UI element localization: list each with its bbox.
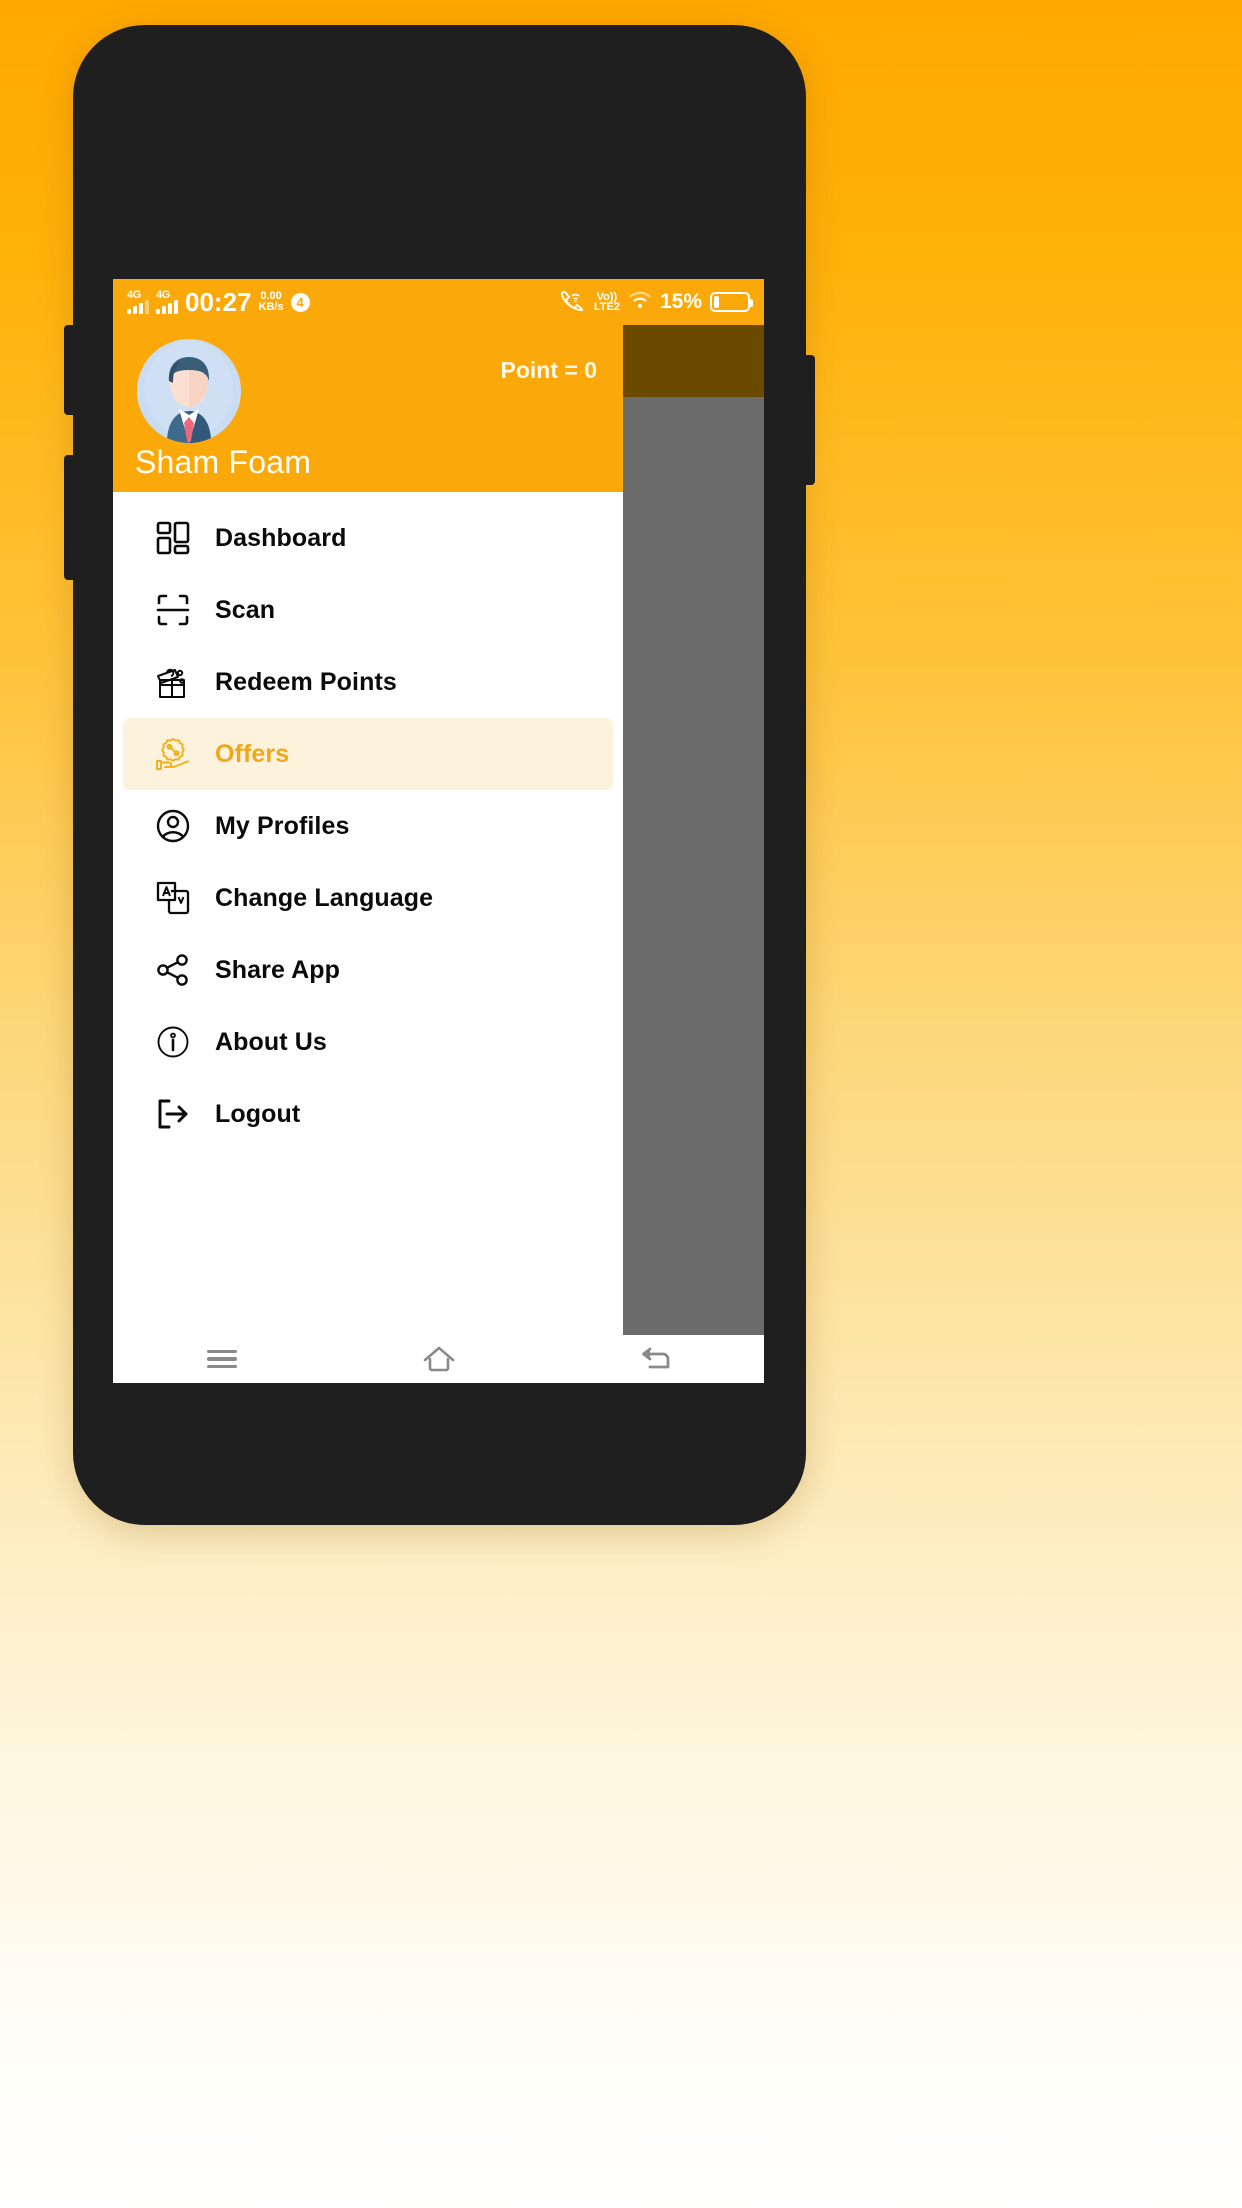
volume-up-button[interactable] bbox=[64, 325, 76, 415]
share-nodes-icon bbox=[147, 952, 199, 988]
volte-indicator: Vo)) LTE2 bbox=[593, 291, 620, 313]
battery-icon bbox=[710, 292, 753, 312]
sidebar-item-scan[interactable]: Scan bbox=[123, 574, 613, 646]
signal-icon: 4G bbox=[127, 288, 149, 314]
sidebar-item-label: Logout bbox=[215, 1099, 301, 1128]
wifi-icon bbox=[628, 291, 652, 314]
avatar[interactable] bbox=[137, 339, 241, 443]
sidebar-item-change-language[interactable]: Change Language bbox=[123, 862, 613, 934]
phone-device-frame: 4G 4G 00:27 0.00 KB/s 4 Vo)) LTE2 15% Po… bbox=[64, 25, 815, 1525]
sidebar-item-about-us[interactable]: About Us bbox=[123, 1006, 613, 1078]
sidebar-item-label: My Profiles bbox=[215, 811, 350, 840]
user-circle-icon bbox=[147, 808, 199, 844]
logout-arrow-icon bbox=[147, 1096, 199, 1132]
sidebar-item-label: Change Language bbox=[215, 883, 434, 912]
user-name-label: Sham Foam bbox=[135, 444, 312, 480]
sidebar-item-offers[interactable]: Offers bbox=[123, 718, 613, 790]
scrim-toolbar-overlay[interactable] bbox=[623, 325, 764, 397]
sidebar-item-label: Dashboard bbox=[215, 523, 347, 552]
sidebar-item-label: About Us bbox=[215, 1027, 327, 1056]
menu-hamburger-icon[interactable] bbox=[182, 1335, 262, 1383]
android-navigation-bar bbox=[113, 1335, 764, 1383]
translate-icon bbox=[147, 880, 199, 916]
dashboard-grid-icon bbox=[147, 520, 199, 556]
sidebar-item-label: Share App bbox=[215, 955, 340, 984]
status-bar: 4G 4G 00:27 0.00 KB/s 4 Vo)) LTE2 15% bbox=[113, 279, 764, 325]
volume-down-button[interactable] bbox=[64, 455, 76, 580]
sidebar-item-label: Redeem Points bbox=[215, 667, 397, 696]
signal-icon: 4G bbox=[156, 288, 178, 314]
scrim-content-overlay[interactable] bbox=[623, 397, 764, 1383]
phone-screen: 4G 4G 00:27 0.00 KB/s 4 Vo)) LTE2 15% Po… bbox=[113, 279, 764, 1383]
info-circle-icon bbox=[147, 1024, 199, 1060]
notification-count-badge: 4 bbox=[290, 292, 310, 312]
sidebar-item-share-app[interactable]: Share App bbox=[123, 934, 613, 1006]
sidebar-item-redeem-points[interactable]: Redeem Points bbox=[123, 646, 613, 718]
qr-scan-icon bbox=[147, 592, 199, 628]
network-type-1-label: 4G bbox=[127, 288, 141, 301]
home-icon[interactable] bbox=[399, 1335, 479, 1383]
power-button[interactable] bbox=[803, 355, 815, 485]
status-clock: 00:27 bbox=[185, 286, 252, 317]
back-arrow-icon[interactable] bbox=[616, 1335, 696, 1383]
vowifi-icon bbox=[560, 289, 586, 316]
sidebar-item-my-profiles[interactable]: My Profiles bbox=[123, 790, 613, 862]
sidebar-item-label: Scan bbox=[215, 595, 276, 624]
gift-box-icon bbox=[147, 664, 199, 700]
sidebar-item-label: Offers bbox=[215, 739, 290, 768]
battery-percent-label: 15% bbox=[659, 290, 702, 313]
data-rate-indicator: 0.00 KB/s bbox=[258, 290, 284, 313]
sidebar-item-dashboard[interactable]: Dashboard bbox=[123, 502, 613, 574]
navigation-drawer: Point = 0 Sham Foam Dashboard Scan Redee… bbox=[113, 325, 623, 1383]
points-label: Point = 0 bbox=[500, 357, 598, 383]
drawer-header: Point = 0 Sham Foam bbox=[113, 325, 623, 492]
network-type-2-label: 4G bbox=[156, 288, 170, 301]
offer-percent-hand-icon bbox=[147, 735, 199, 773]
sidebar-item-logout[interactable]: Logout bbox=[123, 1078, 613, 1150]
drawer-menu-list: Dashboard Scan Redeem Points Offers My P… bbox=[113, 492, 623, 1150]
